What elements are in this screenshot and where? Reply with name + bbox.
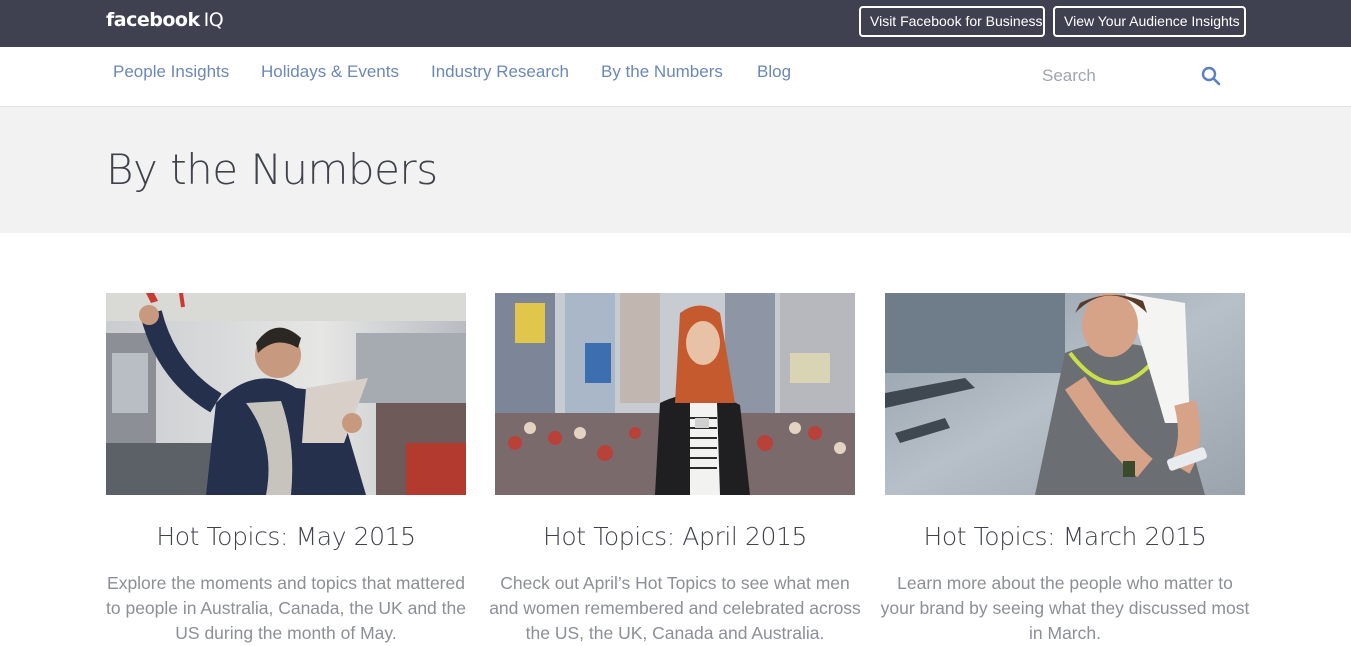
card-title[interactable]: Hot Topics: April 2015 [495,522,855,551]
visit-facebook-for-business-button[interactable]: Visit Facebook for Business [859,6,1045,37]
card-title[interactable]: Hot Topics: March 2015 [885,522,1245,551]
article-card-may[interactable]: Hot Topics: May 2015 Explore the moments… [106,293,466,643]
card-description: Learn more about the people who matter t… [880,573,1250,643]
facebook-iq-logo[interactable]: facebook IQ [106,9,224,31]
logo-suffix: IQ [203,9,224,31]
card-title[interactable]: Hot Topics: May 2015 [106,522,466,551]
nav-item-industry-research[interactable]: Industry Research [431,62,569,82]
search-input[interactable] [1030,61,1190,91]
article-card-march[interactable]: Hot Topics: March 2015 Learn more about … [881,293,1249,643]
card-image-gym[interactable] [885,293,1245,495]
view-audience-insights-button[interactable]: View Your Audience Insights [1053,6,1246,37]
nav-item-blog[interactable]: Blog [757,62,791,82]
card-description: Check out April’s Hot Topics to see what… [489,573,861,643]
nav-item-by-the-numbers[interactable]: By the Numbers [601,62,723,82]
top-bar: facebook IQ Visit Facebook for Business V… [0,0,1351,47]
article-card-april[interactable]: Hot Topics: April 2015 Check out April’s… [489,293,861,643]
search-icon[interactable] [1201,66,1221,86]
page-title: By the Numbers [106,145,438,194]
card-image-times-square[interactable] [495,293,855,495]
logo-brand: facebook [106,9,200,31]
card-description: Explore the moments and topics that matt… [106,573,466,643]
nav-item-holidays-events[interactable]: Holidays & Events [261,62,399,82]
main-nav: People Insights Holidays & Events Indust… [0,47,1351,107]
page-header: By the Numbers [0,107,1351,233]
card-image-subway[interactable] [106,293,466,495]
nav-item-people-insights[interactable]: People Insights [113,62,229,82]
